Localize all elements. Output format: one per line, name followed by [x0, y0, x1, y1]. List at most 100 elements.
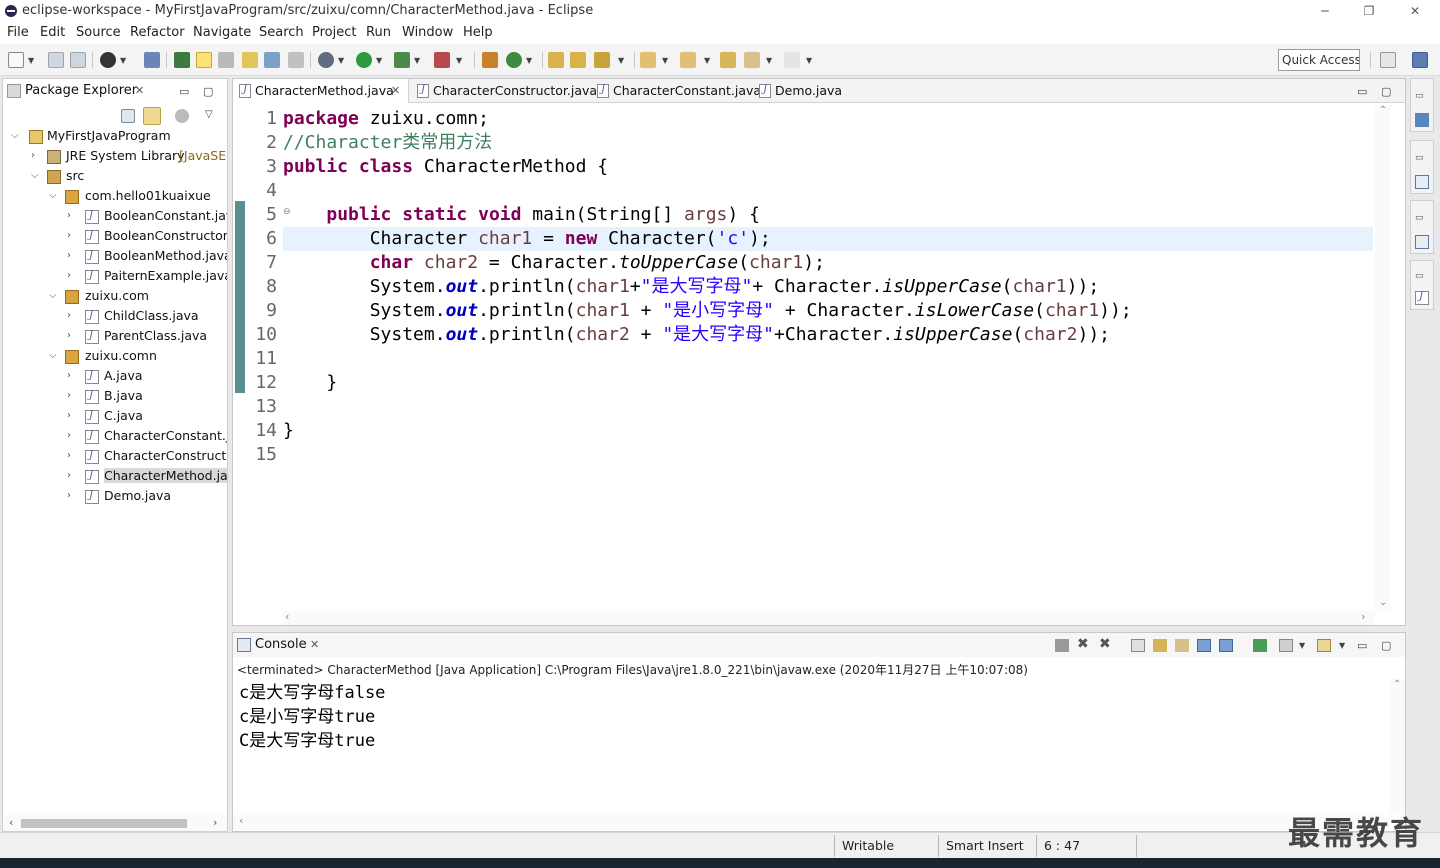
skip-breakpoints-icon[interactable] — [144, 52, 160, 68]
editor-hscroll[interactable]: ‹ › — [283, 610, 1375, 625]
minimize-button[interactable]: ─ — [1302, 0, 1348, 22]
save-all-icon[interactable] — [70, 52, 86, 68]
next-annotation-icon[interactable] — [640, 52, 656, 68]
minimize-console-icon[interactable]: ▭ — [1357, 639, 1367, 652]
run-dropdown-icon[interactable]: ▼ — [376, 56, 382, 65]
toggle-block-icon[interactable] — [218, 52, 234, 68]
external-tools-dropdown-icon[interactable]: ▼ — [456, 56, 462, 65]
debug-icon[interactable] — [318, 52, 334, 68]
expand-icon[interactable]: › — [31, 150, 41, 161]
show-whitespace-icon[interactable] — [264, 52, 280, 68]
open-perspective-icon[interactable] — [1380, 52, 1396, 68]
expand-icon[interactable]: › — [67, 310, 77, 321]
expand-icon[interactable]: › — [67, 450, 77, 461]
expand-icon[interactable]: › — [67, 370, 77, 381]
scroll-up-icon[interactable]: ⌃ — [1379, 105, 1387, 116]
close-window-button[interactable]: ✕ — [1392, 0, 1438, 22]
show-on-stderr-icon[interactable] — [1219, 639, 1233, 652]
minimize-editor-icon[interactable]: ▭ — [1357, 85, 1367, 98]
expand-icon[interactable]: › — [67, 330, 77, 341]
collapse-icon[interactable]: ⌵ — [49, 350, 59, 361]
restore-button[interactable]: ❐ — [1346, 0, 1392, 22]
collapse-icon[interactable]: ⌵ — [49, 290, 59, 301]
new-java-package-icon[interactable] — [482, 52, 498, 68]
collapse-all-icon[interactable] — [121, 109, 135, 123]
forward-dropdown-icon[interactable]: ▼ — [806, 56, 812, 65]
open-console-icon[interactable] — [1317, 639, 1331, 652]
menu-source[interactable]: Source — [76, 25, 121, 40]
scroll-left-icon[interactable]: ‹ — [9, 816, 13, 829]
menu-search[interactable]: Search — [259, 25, 304, 40]
open-task-icon[interactable] — [242, 52, 258, 68]
scroll-right-icon[interactable]: › — [213, 816, 217, 829]
tab-demo[interactable]: Demo.java — [753, 79, 843, 103]
expand-icon[interactable]: › — [67, 410, 77, 421]
view-menu-icon[interactable]: ▽ — [205, 109, 213, 120]
profile-dropdown-icon[interactable]: ▼ — [120, 56, 126, 65]
expand-icon[interactable]: › — [67, 230, 77, 241]
remove-launch-icon[interactable]: ✖ — [1077, 636, 1091, 652]
menu-file[interactable]: File — [7, 25, 29, 40]
display-console-icon[interactable] — [1279, 639, 1293, 652]
new-dropdown-icon[interactable]: ▼ — [28, 56, 34, 65]
open-console-dropdown-icon[interactable]: ▼ — [1339, 641, 1345, 650]
last-edit-location-icon[interactable] — [720, 52, 736, 68]
code-text-area[interactable]: package zuixu.comn;//Character类常用方法 publi… — [283, 105, 1373, 611]
external-tools-icon[interactable] — [434, 52, 450, 68]
console-output[interactable]: c是大写字母false c是小写字母true C是大写字母true — [233, 679, 1389, 813]
scroll-up-icon[interactable]: ⌃ — [1393, 679, 1401, 690]
console-hscroll[interactable]: ‹ — [233, 814, 1389, 829]
next-annotation-dropdown-icon[interactable]: ▼ — [662, 56, 668, 65]
save-icon[interactable] — [48, 52, 64, 68]
package-explorer-tab[interactable]: Package Explorer ✕ ▭ ▢ — [3, 79, 227, 103]
outline-icon[interactable] — [1415, 113, 1429, 127]
tab-characterconstructor[interactable]: CharacterConstructor.java — [411, 79, 597, 103]
profile-icon[interactable] — [100, 52, 116, 68]
maximize-view-icon[interactable]: ▢ — [203, 85, 213, 98]
maximize-editor-icon[interactable]: ▢ — [1381, 85, 1391, 98]
expand-icon[interactable]: › — [67, 430, 77, 441]
previous-annotation-icon[interactable] — [680, 52, 696, 68]
console-tab[interactable]: Console ✕ — [233, 633, 333, 657]
restore-icon[interactable]: ▭ — [1415, 213, 1429, 227]
collapse-icon[interactable]: ⌵ — [11, 130, 21, 141]
mark-occurrences-icon[interactable] — [196, 52, 212, 68]
previous-annotation-dropdown-icon[interactable]: ▼ — [704, 56, 710, 65]
scroll-lock-icon[interactable] — [1153, 639, 1167, 652]
expand-icon[interactable]: › — [67, 210, 77, 221]
search-pen-icon[interactable] — [594, 52, 610, 68]
java-perspective-icon[interactable] — [1412, 52, 1428, 68]
link-with-editor-icon[interactable] — [143, 107, 161, 125]
java-file-icon[interactable] — [1415, 291, 1429, 305]
back-dropdown-icon[interactable]: ▼ — [766, 56, 772, 65]
scroll-left-icon[interactable]: ‹ — [285, 610, 289, 623]
expand-icon[interactable]: › — [67, 470, 77, 481]
show-on-stdout-icon[interactable] — [1197, 639, 1211, 652]
collapse-icon[interactable]: ⌵ — [49, 190, 59, 201]
scroll-thumb[interactable] — [21, 819, 187, 828]
display-console-dropdown-icon[interactable]: ▼ — [1299, 641, 1305, 650]
debug-dropdown-icon[interactable]: ▼ — [338, 56, 344, 65]
expand-icon[interactable]: › — [67, 390, 77, 401]
back-icon[interactable] — [744, 52, 760, 68]
tab-charactermethod[interactable]: CharacterMethod.java ✕ — [233, 79, 409, 103]
menu-refactor[interactable]: Refactor — [130, 25, 185, 40]
console-close-icon[interactable]: ✕ — [310, 638, 319, 651]
editor-vscroll[interactable]: ⌃ ⌄ — [1375, 105, 1391, 611]
focus-on-workspace-icon[interactable] — [175, 109, 189, 123]
menu-edit[interactable]: Edit — [40, 25, 65, 40]
open-type-icon[interactable] — [174, 52, 190, 68]
open-folder-icon[interactable] — [548, 52, 564, 68]
menu-run[interactable]: Run — [366, 25, 391, 40]
console-vscroll[interactable]: ⌃ — [1389, 679, 1405, 815]
restore-icon[interactable]: ▭ — [1415, 153, 1429, 167]
view-icon[interactable] — [1415, 235, 1429, 249]
tree-item-jre[interactable]: › JRE System Library [JavaSE- — [3, 147, 227, 167]
new-java-class-icon[interactable] — [506, 52, 522, 68]
open-project-icon[interactable] — [570, 52, 586, 68]
scroll-right-icon[interactable]: › — [1361, 610, 1365, 623]
task-list-icon[interactable] — [1415, 175, 1429, 189]
expand-icon[interactable]: › — [67, 270, 77, 281]
pin-console-icon[interactable] — [1253, 639, 1267, 652]
collapse-icon[interactable]: ⌵ — [31, 170, 41, 181]
